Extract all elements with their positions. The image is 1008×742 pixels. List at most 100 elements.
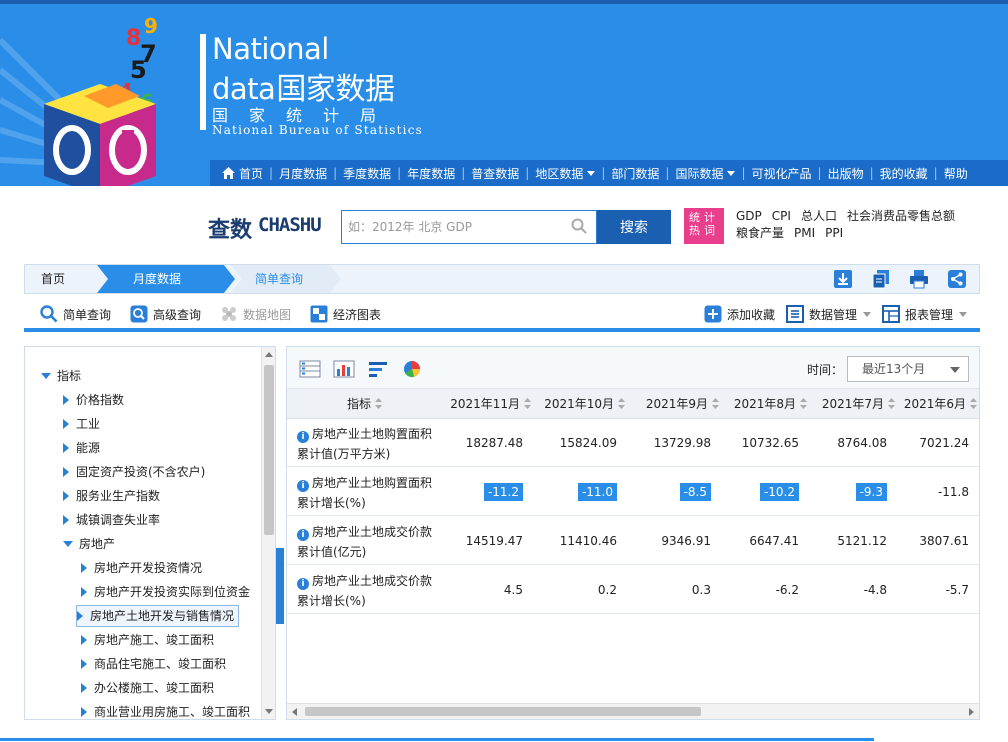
hot-word-link[interactable]: 总人口 (801, 208, 837, 225)
sort-icon[interactable] (970, 398, 977, 409)
scroll-right-icon[interactable] (969, 708, 974, 716)
pie-chart-view-icon[interactable] (401, 359, 423, 379)
table-scroll-thumb[interactable] (305, 707, 701, 716)
table-cell[interactable]: 18287.48 (433, 419, 523, 467)
add-favorite-button[interactable]: 添加收藏 (704, 305, 775, 323)
hot-word-link[interactable]: 社会消费品零售总额 (847, 208, 955, 225)
table-cell[interactable]: -4.8 (797, 566, 887, 614)
breadcrumb-simple-query[interactable]: 简单查询 (231, 265, 341, 293)
table-view-icon[interactable] (299, 359, 321, 379)
column-header[interactable]: 2021年11月 (439, 389, 531, 419)
nav-item[interactable]: 帮助 (938, 165, 974, 182)
search-icon[interactable] (571, 218, 587, 234)
table-cell[interactable]: -6.2 (709, 566, 799, 614)
info-icon[interactable]: i (297, 431, 309, 443)
sort-icon[interactable] (524, 398, 531, 409)
info-icon[interactable]: i (297, 578, 309, 590)
tree-item[interactable]: 房地产开发投资实际到位资金 (81, 581, 250, 603)
table-cell[interactable]: -10.2 (709, 468, 799, 516)
hot-word-link[interactable]: CPI (772, 208, 791, 225)
hot-word-link[interactable]: PPI (825, 225, 843, 242)
tree-item[interactable]: 固定资产投资(不含农户) (63, 461, 205, 483)
table-cell[interactable]: 0.2 (527, 566, 617, 614)
info-icon[interactable]: i (297, 480, 309, 492)
table-cell[interactable]: 11410.46 (527, 517, 617, 565)
scroll-down-icon[interactable] (265, 709, 273, 714)
indicator-column-header[interactable]: 指标 (347, 389, 383, 419)
panel-splitter-handle[interactable] (276, 548, 284, 624)
caret-right-icon[interactable] (81, 635, 87, 645)
scroll-left-icon[interactable] (292, 708, 297, 716)
tree-item[interactable]: 商品住宅施工、竣工面积 (81, 653, 226, 675)
tree-item[interactable]: 房地产 (63, 533, 115, 555)
caret-right-icon[interactable] (81, 587, 87, 597)
table-cell[interactable]: 8764.08 (797, 419, 887, 467)
caret-right-icon[interactable] (63, 419, 69, 429)
hot-word-link[interactable]: PMI (794, 225, 815, 242)
tree-item[interactable]: 指标 (41, 365, 81, 387)
search-button[interactable]: 搜索 (597, 210, 671, 244)
caret-right-icon[interactable] (81, 563, 87, 573)
nav-item[interactable]: 可视化产品 (746, 165, 818, 182)
table-cell[interactable]: 4.5 (433, 566, 523, 614)
caret-right-icon[interactable] (81, 659, 87, 669)
tree-item[interactable]: 价格指数 (63, 389, 124, 411)
table-cell[interactable]: 6647.41 (709, 517, 799, 565)
sort-icon[interactable] (618, 398, 625, 409)
table-cell[interactable]: -9.3 (797, 468, 887, 516)
nav-item[interactable]: 部门数据 (605, 165, 665, 182)
caret-right-icon[interactable] (81, 683, 87, 693)
caret-right-icon[interactable] (63, 491, 69, 501)
column-header[interactable]: 2021年10月 (533, 389, 625, 419)
tree-item[interactable]: 能源 (63, 437, 100, 459)
tree-item[interactable]: 商业营业用房施工、竣工面积 (81, 701, 250, 719)
tree-item[interactable]: 工业 (63, 413, 100, 435)
economic-charts-tab[interactable]: 经济图表 (310, 305, 381, 323)
table-cell[interactable]: -5.7 (879, 566, 969, 614)
print-icon[interactable] (909, 269, 929, 289)
table-cell[interactable]: -11.8 (879, 468, 969, 516)
scroll-up-icon[interactable] (265, 352, 273, 357)
tree-item[interactable]: 城镇调查失业率 (63, 509, 160, 531)
caret-right-icon[interactable] (77, 611, 83, 621)
nav-item[interactable]: 我的收藏 (874, 165, 934, 182)
horizontal-bar-view-icon[interactable] (367, 359, 389, 379)
download-icon[interactable] (833, 269, 853, 289)
nav-item[interactable]: 首页 (216, 165, 269, 182)
table-cell[interactable]: 15824.09 (527, 419, 617, 467)
caret-down-icon[interactable] (63, 541, 73, 547)
table-cell[interactable]: -11.0 (527, 468, 617, 516)
table-cell[interactable]: 3807.61 (879, 517, 969, 565)
nav-item[interactable]: 月度数据 (273, 165, 333, 182)
sort-icon[interactable] (375, 398, 383, 409)
table-cell[interactable]: -11.2 (433, 468, 523, 516)
caret-right-icon[interactable] (63, 467, 69, 477)
table-horizontal-scrollbar[interactable] (287, 703, 979, 719)
tree-item[interactable]: 房地产土地开发与销售情况 (76, 605, 240, 627)
table-cell[interactable]: -8.5 (621, 468, 711, 516)
nav-item[interactable]: 季度数据 (337, 165, 397, 182)
tree-scroll-thumb[interactable] (264, 365, 274, 535)
caret-down-icon[interactable] (41, 373, 51, 379)
tree-item[interactable]: 服务业生产指数 (63, 485, 160, 507)
table-cell[interactable]: 9346.91 (621, 517, 711, 565)
tree-scrollbar[interactable] (261, 347, 275, 719)
table-cell[interactable]: 7021.24 (879, 419, 969, 467)
table-cell[interactable]: 10732.65 (709, 419, 799, 467)
nav-item[interactable]: 国际数据 (669, 165, 741, 182)
hot-word-link[interactable]: GDP (736, 208, 762, 225)
caret-right-icon[interactable] (63, 515, 69, 525)
caret-right-icon[interactable] (63, 395, 69, 405)
simple-query-tab[interactable]: 简单查询 (40, 305, 111, 323)
table-cell[interactable]: 13729.98 (621, 419, 711, 467)
hot-word-link[interactable]: 粮食产量 (736, 225, 784, 242)
tree-item[interactable]: 房地产开发投资情况 (81, 557, 202, 579)
tree-item[interactable]: 办公楼施工、竣工面积 (81, 677, 214, 699)
breadcrumb-monthly[interactable]: 月度数据 (97, 265, 235, 293)
data-manage-menu[interactable]: 数据管理 (786, 305, 872, 323)
report-manage-menu[interactable]: 报表管理 (882, 305, 968, 323)
share-icon[interactable] (947, 269, 967, 289)
nav-item[interactable]: 出版物 (822, 165, 870, 182)
copy-icon[interactable] (871, 269, 891, 289)
caret-right-icon[interactable] (81, 707, 87, 717)
